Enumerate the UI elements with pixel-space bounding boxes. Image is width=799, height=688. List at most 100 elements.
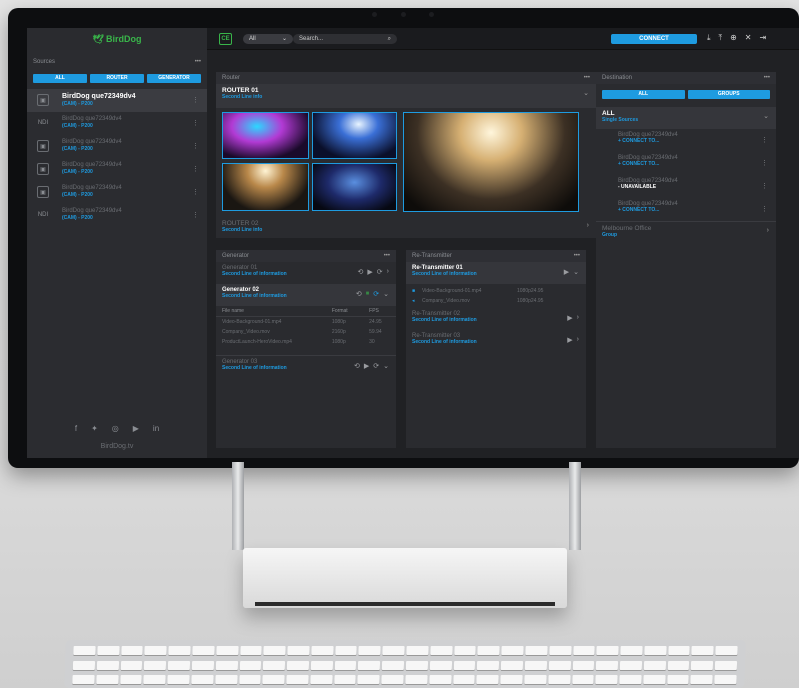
kebab-menu-icon[interactable]: ⋮	[192, 211, 199, 219]
destination-item[interactable]: BirdDog que72349dv4 + CONNECT TO... ⋮	[596, 129, 776, 152]
repeat-icon[interactable]: ⟳	[373, 290, 379, 298]
source-item[interactable]: NDI BirdDog que72349dv4 (CAM) - P200 ⋮	[27, 112, 207, 135]
connect-to-link[interactable]: + CONNECT TO...	[618, 138, 754, 144]
tab-groups[interactable]: GROUPS	[687, 90, 770, 99]
kebab-menu-icon[interactable]: ⋮	[761, 159, 768, 167]
globe-icon[interactable]: ⊕	[730, 33, 737, 43]
more-icon[interactable]: •••	[764, 72, 770, 84]
kebab-menu-icon[interactable]: ⋮	[761, 205, 768, 213]
col-header: FPS	[363, 306, 396, 317]
generator-row[interactable]: Generator 03 Second Line of information …	[216, 355, 396, 377]
source-item[interactable]: ▣ BirdDog que72349dv4 (CAM) - P200 ⋮	[27, 135, 207, 158]
site-link[interactable]: BirdDog.tv	[27, 443, 207, 450]
file-row[interactable]: ■ Video-Background-01.mp4 1080p24.95	[412, 286, 580, 296]
keyboard-key	[477, 646, 500, 655]
tab-all[interactable]: ALL	[33, 74, 87, 83]
generator-row[interactable]: Generator 02 Second Line of information …	[216, 284, 396, 306]
upload-icon[interactable]: ⤒	[719, 33, 723, 43]
connect-to-link[interactable]: + CONNECT TO...	[618, 207, 754, 213]
play-icon[interactable]: ▶	[567, 314, 572, 322]
linkedin-icon[interactable]: in	[153, 424, 159, 433]
preview-thumbnail[interactable]	[222, 163, 309, 211]
chevron-right-icon[interactable]: ›	[577, 314, 579, 322]
brand-logo[interactable]: 🕊 BirdDog	[27, 28, 207, 50]
more-icon[interactable]: •••	[574, 250, 580, 262]
destination-item[interactable]: BirdDog que72349dv4 + CONNECT TO... ⋮	[596, 198, 776, 221]
youtube-icon[interactable]: ▶	[133, 424, 139, 433]
kebab-menu-icon[interactable]: ⋮	[761, 182, 768, 190]
app-screen: 🕊 BirdDog CE All ⌄ Search... ⌕ CONNECT ⤓…	[27, 28, 799, 458]
play-icon[interactable]: ▶	[364, 362, 369, 370]
destination-item[interactable]: BirdDog que72349dv4 + CONNECT TO... ⋮	[596, 152, 776, 175]
table-row[interactable]: ProductLaunch-HeroVideo.mp4 1080p 30	[216, 337, 396, 347]
camera-dot	[429, 12, 434, 17]
logout-icon[interactable]: ⇥	[760, 33, 767, 43]
tab-router[interactable]: ROUTER	[90, 74, 144, 83]
chevron-down-icon[interactable]: ⌄	[583, 89, 589, 97]
chevron-right-icon[interactable]: ›	[577, 336, 579, 344]
play-icon[interactable]: ▶	[564, 268, 569, 276]
file-row[interactable]: ◂ Company_Video.mov 1080p24.95	[412, 296, 580, 306]
kebab-menu-icon[interactable]: ⋮	[192, 142, 199, 150]
kebab-menu-icon[interactable]: ⋮	[192, 96, 199, 104]
main-preview[interactable]	[403, 112, 579, 212]
more-icon[interactable]: •••	[384, 250, 390, 262]
connect-button[interactable]: CONNECT	[611, 34, 697, 44]
destination-item[interactable]: BirdDog que72349dv4 - UNAVAILABLE ⋮	[596, 175, 776, 198]
chevron-right-icon[interactable]: ›	[767, 227, 769, 234]
facebook-icon[interactable]: f	[75, 424, 77, 433]
chevron-down-icon[interactable]: ⌄	[763, 112, 769, 120]
play-icon[interactable]: ▶	[367, 268, 372, 276]
retransmitter-row[interactable]: Re-Transmitter 01 Second Line of informa…	[406, 262, 586, 284]
filter-select[interactable]: All ⌄	[243, 34, 293, 44]
loop-icon[interactable]: ⟲	[358, 268, 364, 276]
source-item[interactable]: ▣ BirdDog que72349dv4 (CAM) - P200 ⋮	[27, 89, 207, 112]
table-row[interactable]: Video-Background-01.mp4 1080p 24.95	[216, 317, 396, 328]
keyboard-key	[262, 675, 285, 685]
source-name: BirdDog que72349dv4	[62, 185, 122, 191]
more-icon[interactable]: •••	[195, 56, 201, 68]
chevron-right-icon[interactable]: ›	[387, 268, 389, 276]
twitter-icon[interactable]: ✦	[91, 424, 98, 433]
router-02-row[interactable]: ROUTER 02 Second Line info ›	[216, 217, 596, 238]
source-item[interactable]: NDI BirdDog que72349dv4 (CAM) - P200 ⋮	[27, 204, 207, 227]
repeat-icon[interactable]: ⟳	[373, 362, 379, 370]
loop-icon[interactable]: ⟲	[354, 362, 360, 370]
group-all-header[interactable]: ALL Single Sources ⌄	[596, 107, 776, 129]
more-icon[interactable]: •••	[584, 72, 590, 84]
source-item[interactable]: ▣ BirdDog que72349dv4 (CAM) - P200 ⋮	[27, 158, 207, 181]
router-01-header[interactable]: ROUTER 01 Second Line info ⌄	[216, 84, 596, 108]
source-item[interactable]: ▣ BirdDog que72349dv4 (CAM) - P200 ⋮	[27, 181, 207, 204]
kebab-menu-icon[interactable]: ⋮	[192, 188, 199, 196]
chevron-down-icon[interactable]: ⌄	[383, 362, 389, 370]
connect-to-link[interactable]: + CONNECT TO...	[618, 161, 754, 167]
keyboard-key	[691, 660, 714, 670]
search-input[interactable]: Search... ⌕	[293, 34, 397, 44]
keyboard-key	[310, 675, 333, 685]
retransmitter-row[interactable]: Re-Transmitter 03 Second Line of informa…	[406, 330, 586, 352]
chevron-right-icon[interactable]: ›	[587, 222, 589, 229]
kebab-menu-icon[interactable]: ⋮	[192, 165, 199, 173]
download-icon[interactable]: ⤓	[707, 33, 711, 43]
preview-thumbnail[interactable]	[312, 163, 397, 211]
tab-generator[interactable]: GENERATOR	[147, 74, 201, 83]
preview-thumbnail[interactable]	[222, 112, 309, 159]
tab-all[interactable]: ALL	[602, 90, 685, 99]
loop-icon[interactable]: ⟲	[356, 290, 362, 298]
kebab-menu-icon[interactable]: ⋮	[761, 136, 768, 144]
keyboard-key	[667, 646, 691, 655]
ce-badge[interactable]: CE	[219, 33, 232, 45]
repeat-icon[interactable]: ⟳	[377, 268, 383, 276]
table-row[interactable]: Company_Video.mov 2160p 59.94	[216, 327, 396, 337]
play-icon[interactable]: ▶	[567, 336, 572, 344]
instagram-icon[interactable]: ◎	[112, 424, 119, 433]
chevron-down-icon[interactable]: ⌄	[573, 268, 579, 276]
tools-icon[interactable]: ✕	[745, 33, 752, 43]
preview-thumbnail[interactable]	[312, 112, 397, 159]
chevron-down-icon[interactable]: ⌄	[383, 290, 389, 298]
generator-row[interactable]: Generator 01 Second Line of information …	[216, 262, 396, 284]
pause-icon[interactable]: ⏸	[366, 290, 370, 298]
kebab-menu-icon[interactable]: ⋮	[192, 119, 199, 127]
group-row[interactable]: Melbourne Office Group ›	[596, 221, 776, 243]
retransmitter-row[interactable]: Re-Transmitter 02 Second Line of informa…	[406, 308, 586, 330]
